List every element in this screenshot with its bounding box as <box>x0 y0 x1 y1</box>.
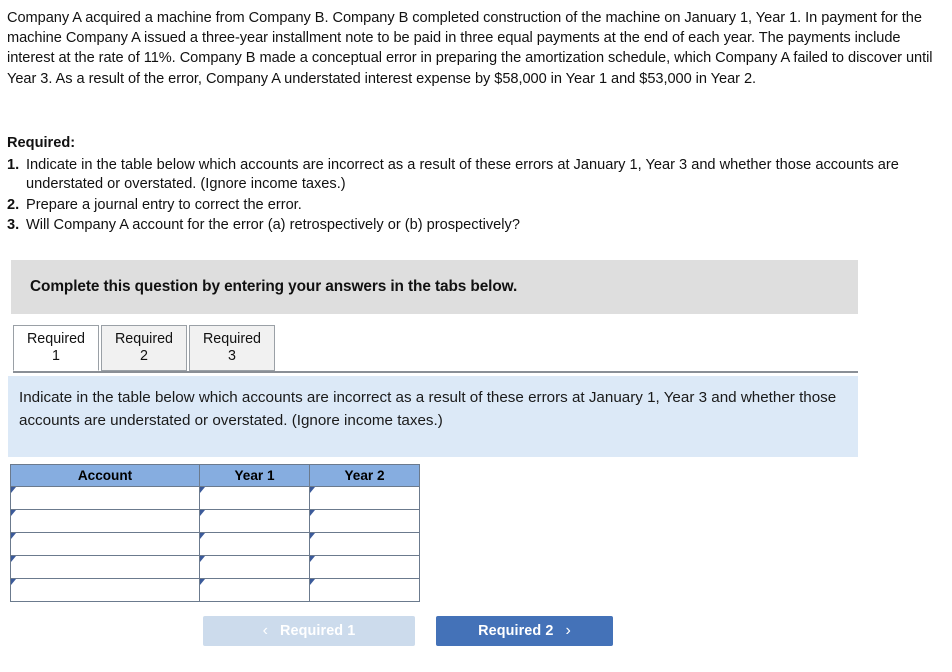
tab-list: Required 1 Required 2 Required 3 <box>13 325 277 371</box>
answer-table-body <box>10 486 420 602</box>
cell-year2-2[interactable] <box>309 509 420 533</box>
tab-required-2-line1: Required <box>114 331 174 347</box>
next-required-button-label: Required 2 <box>478 623 554 639</box>
required-section: Required: 1. Indicate in the table below… <box>7 134 945 237</box>
tab-required-1-line2: 1 <box>52 348 60 364</box>
cell-year1-2[interactable] <box>199 509 310 533</box>
tab-instruction-panel: Indicate in the table below which accoun… <box>8 376 858 457</box>
cell-year2-2-inner[interactable] <box>310 510 419 532</box>
required-item-3-number: 3. <box>7 217 20 234</box>
tab-required-3-line2: 3 <box>228 348 236 364</box>
cell-account-3-inner[interactable] <box>11 533 199 555</box>
tab-required-2-line2: 2 <box>140 348 148 364</box>
tab-strip-underline <box>13 371 858 373</box>
column-header-account: Account <box>10 464 200 487</box>
instruction-banner: Complete this question by entering your … <box>11 260 858 314</box>
tab-required-2[interactable]: Required 2 <box>101 325 187 371</box>
cell-account-5[interactable] <box>10 578 200 602</box>
cell-year2-3-inner[interactable] <box>310 533 419 555</box>
table-row <box>10 532 420 556</box>
cell-account-1[interactable] <box>10 486 200 510</box>
answer-table: Account Year 1 Year 2 <box>10 464 420 602</box>
chevron-left-icon: ‹ <box>262 622 269 639</box>
cell-year2-1[interactable] <box>309 486 420 510</box>
cell-account-2-inner[interactable] <box>11 510 199 532</box>
cell-year1-4[interactable] <box>199 555 310 579</box>
cell-year1-2-inner[interactable] <box>200 510 309 532</box>
prev-required-button[interactable]: ‹ Required 1 <box>203 616 415 646</box>
table-row <box>10 509 420 533</box>
column-header-year-1: Year 1 <box>199 464 310 487</box>
required-heading: Required: <box>7 135 76 151</box>
instruction-banner-text: Complete this question by entering your … <box>30 278 518 295</box>
tab-strip: Required 1 Required 2 Required 3 <box>13 325 858 373</box>
required-item-1-text: Indicate in the table below which accoun… <box>26 156 899 193</box>
cell-account-5-inner[interactable] <box>11 579 199 601</box>
required-item-1: 1. Indicate in the table below which acc… <box>7 156 945 195</box>
required-item-3-text: Will Company A account for the error (a)… <box>26 217 520 234</box>
cell-year2-1-inner[interactable] <box>310 487 419 509</box>
cell-year1-1[interactable] <box>199 486 310 510</box>
chevron-right-icon: › <box>565 622 571 639</box>
cell-year2-4-inner[interactable] <box>310 556 419 578</box>
cell-year1-4-inner[interactable] <box>200 556 309 578</box>
cell-year1-5-inner[interactable] <box>200 579 309 601</box>
tab-navigation: ‹ Required 1 Required 2 › <box>203 616 613 646</box>
prev-required-button-label: Required 1 <box>280 623 356 639</box>
cell-account-2[interactable] <box>10 509 200 533</box>
tab-required-3[interactable]: Required 3 <box>189 325 275 371</box>
required-item-3: 3. Will Company A account for the error … <box>7 216 945 236</box>
next-required-button[interactable]: Required 2 › <box>436 616 613 646</box>
cell-account-3[interactable] <box>10 532 200 556</box>
worksheet-page: Company A acquired a machine from Compan… <box>0 0 952 672</box>
tab-required-1[interactable]: Required 1 <box>13 325 99 371</box>
cell-year2-3[interactable] <box>309 532 420 556</box>
required-item-2: 2. Prepare a journal entry to correct th… <box>7 196 945 216</box>
table-row <box>10 578 420 602</box>
cell-account-4[interactable] <box>10 555 200 579</box>
cell-year1-3-inner[interactable] <box>200 533 309 555</box>
tab-required-1-line1: Required <box>26 331 86 347</box>
cell-year2-5[interactable] <box>309 578 420 602</box>
problem-statement: Company A acquired a machine from Compan… <box>7 10 933 87</box>
table-row <box>10 486 420 510</box>
cell-account-4-inner[interactable] <box>11 556 199 578</box>
required-item-1-number: 1. <box>7 156 20 173</box>
answer-table-head: Account Year 1 Year 2 <box>10 464 420 487</box>
required-item-2-number: 2. <box>7 196 20 213</box>
cell-year1-5[interactable] <box>199 578 310 602</box>
table-row <box>10 555 420 579</box>
answer-table-header-row: Account Year 1 Year 2 <box>10 464 420 487</box>
cell-account-1-inner[interactable] <box>11 487 199 509</box>
required-item-2-text: Prepare a journal entry to correct the e… <box>26 196 302 213</box>
cell-year1-3[interactable] <box>199 532 310 556</box>
cell-year2-5-inner[interactable] <box>310 579 419 601</box>
cell-year2-4[interactable] <box>309 555 420 579</box>
column-header-year-2: Year 2 <box>309 464 420 487</box>
cell-year1-1-inner[interactable] <box>200 487 309 509</box>
tab-required-3-line1: Required <box>202 331 262 347</box>
